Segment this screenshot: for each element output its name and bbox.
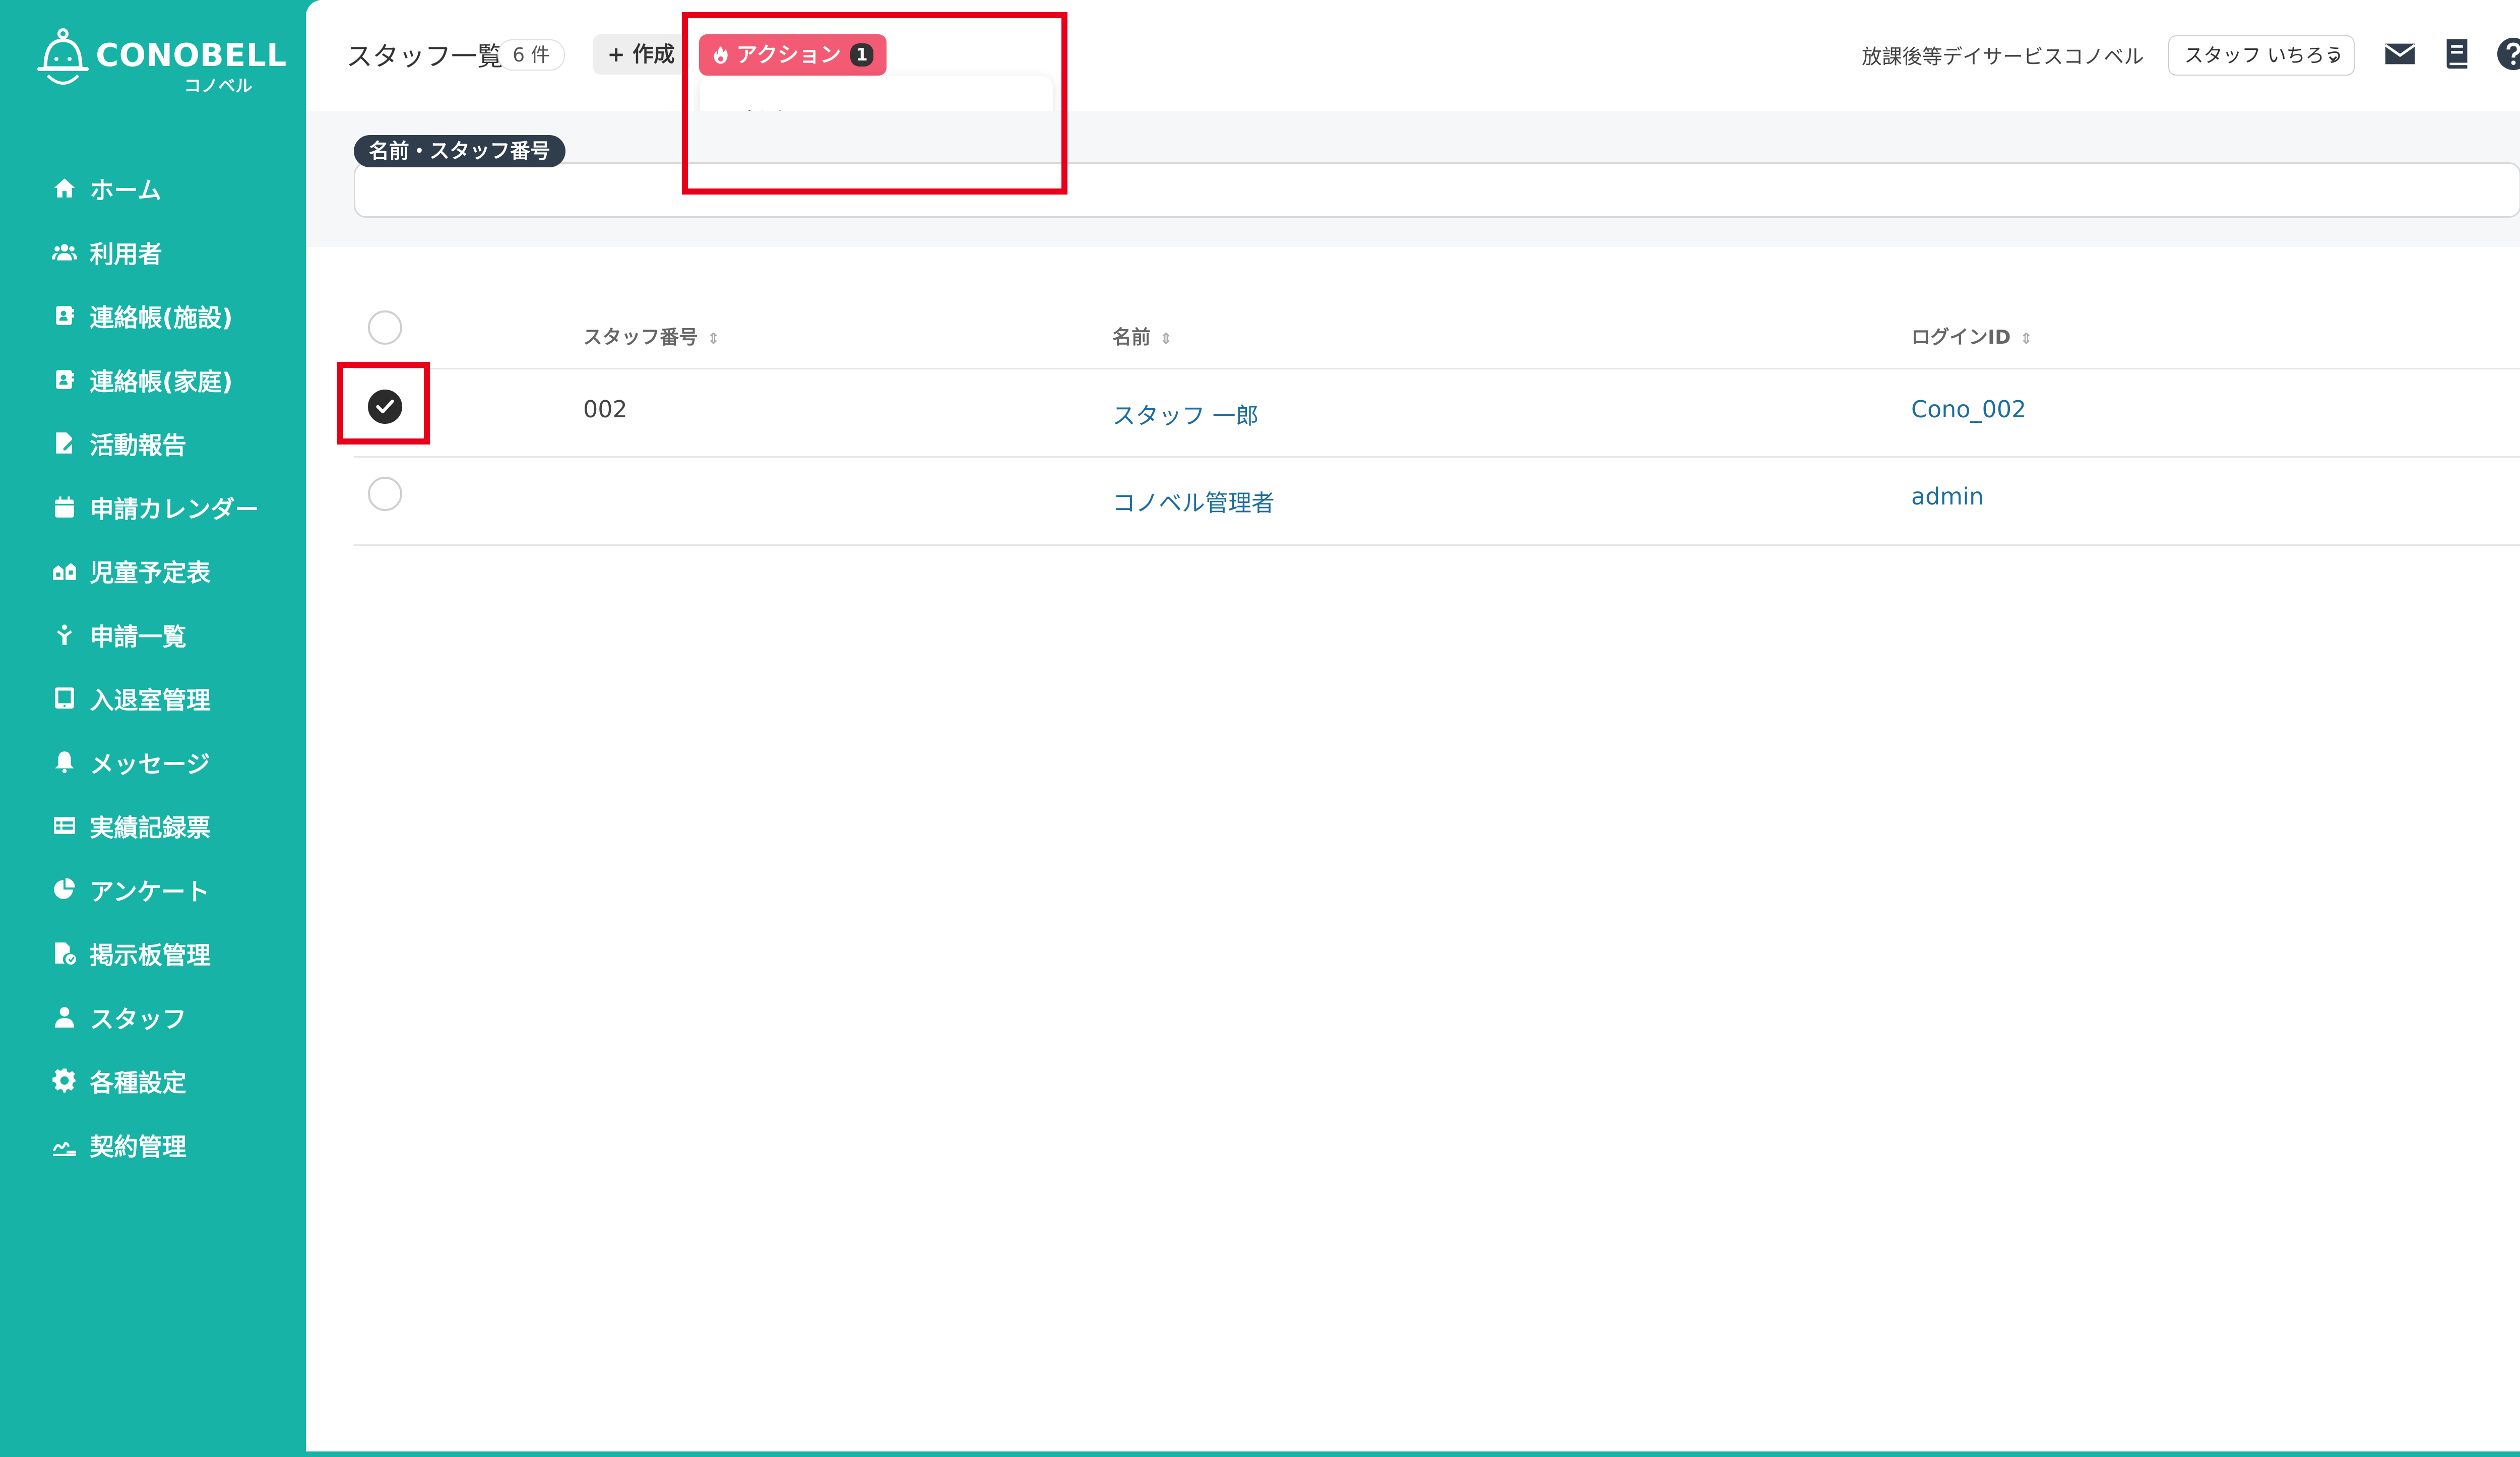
count-badge: 6 件 — [497, 39, 565, 71]
staff-name-link[interactable]: コノベル管理者 — [1112, 485, 1275, 518]
report-icon — [50, 429, 79, 457]
application-list-icon — [50, 620, 79, 649]
brand-name: CONOBELL — [96, 37, 287, 74]
sidebar-item-children-schedule[interactable]: 児童予定表 — [0, 539, 305, 603]
sidebar-item-label: 実績記録票 — [90, 814, 211, 843]
sidebar-item-label: 連絡帳(施設) — [90, 304, 233, 333]
sidebar-item-application-calendar[interactable]: 申請カレンダー — [0, 475, 305, 539]
sidebar-item-label: アンケート — [90, 877, 210, 906]
tablet-icon — [50, 684, 79, 712]
column-header-name[interactable]: 名前 ⇕ — [1112, 322, 1172, 349]
bell-icon — [50, 748, 79, 776]
bell-logo-icon — [37, 28, 89, 85]
select-all-checkbox[interactable] — [368, 310, 402, 345]
gear-icon — [50, 1066, 79, 1095]
sidebar-item-users[interactable]: 利用者 — [0, 220, 305, 284]
login-id-link[interactable]: Cono_002 — [1911, 396, 2026, 423]
sidebar-item-contact-book-facility[interactable]: 連絡帳(施設) — [0, 284, 305, 348]
contract-icon — [50, 1130, 79, 1159]
company-name: コノベル — [2063, 45, 2144, 69]
staff-number-cell: 002 — [583, 396, 627, 423]
home-icon — [50, 174, 79, 202]
sidebar-nav: ホーム 利用者 連絡帳(施設) 連絡帳(家庭) 活動報告 申請カレンダー 児童予… — [0, 156, 305, 1176]
sidebar-item-label: 掲示板管理 — [90, 941, 211, 970]
sidebar-item-label: ホーム — [90, 176, 162, 205]
table-header: スタッフ番号 ⇕ 名前 ⇕ ログインID ⇕ — [354, 292, 2520, 369]
children-schedule-icon — [50, 556, 79, 585]
sort-icon: ⇕ — [1160, 330, 1173, 348]
table-icon — [50, 811, 79, 840]
user-select[interactable]: スタッフ いちろう ⌄ — [2168, 35, 2355, 76]
login-id-link[interactable]: admin — [1911, 483, 1984, 510]
sidebar-item-contact-book-home[interactable]: 連絡帳(家庭) — [0, 348, 305, 412]
sidebar-item-label: 利用者 — [90, 240, 163, 269]
contact-book-icon — [50, 365, 79, 394]
page-title: スタッフ一覧 — [346, 42, 504, 72]
brand-subtitle: コノベル — [184, 76, 253, 96]
main-panel: スタッフ一覧 6 件 + 作成 アクション 1 削除 放課後等デイサービス コノ… — [306, 0, 2520, 1451]
highlight-box-row-checkbox — [337, 362, 430, 445]
users-icon — [50, 238, 79, 266]
sidebar-item-home[interactable]: ホーム — [0, 156, 305, 220]
sort-icon: ⇕ — [707, 330, 720, 348]
help-icon[interactable] — [2496, 36, 2520, 72]
sidebar-item-label: 契約管理 — [90, 1132, 187, 1161]
sort-icon: ⇕ — [2020, 330, 2033, 348]
sidebar-item-performance-record[interactable]: 実績記録票 — [0, 794, 305, 858]
sidebar-item-bulletin-board[interactable]: 掲示板管理 — [0, 921, 305, 985]
sidebar-item-settings[interactable]: 各種設定 — [0, 1049, 305, 1113]
sidebar-item-application-list[interactable]: 申請一覧 — [0, 603, 305, 667]
sidebar-item-label: 連絡帳(家庭) — [90, 367, 233, 396]
pie-chart-icon — [50, 875, 79, 904]
column-header-staff-number[interactable]: スタッフ番号 ⇕ — [583, 322, 720, 349]
row-checkbox[interactable] — [368, 477, 402, 511]
facility-name: 放課後等デイサービス — [1862, 45, 2063, 69]
board-icon — [50, 939, 79, 967]
mail-icon[interactable] — [2382, 36, 2418, 72]
staff-name-link[interactable]: スタッフ 一郎 — [1112, 398, 1259, 431]
manual-book-icon[interactable] — [2439, 36, 2475, 72]
name-staff-number-filter-input[interactable] — [354, 162, 2520, 218]
user-select-value: スタッフ いちろう — [2184, 44, 2344, 67]
header: スタッフ一覧 6 件 + 作成 アクション 1 削除 放課後等デイサービス コノ… — [306, 0, 2520, 166]
sidebar-item-label: 申請カレンダー — [90, 495, 260, 524]
table-row: 002 スタッフ 一郎 Cono_002 — [354, 369, 2520, 458]
sidebar-item-label: 申請一覧 — [90, 622, 187, 651]
sidebar-item-label: メッセージ — [90, 750, 211, 779]
sidebar-item-label: スタッフ — [90, 1005, 187, 1034]
calendar-icon — [50, 493, 79, 521]
sidebar-item-survey[interactable]: アンケート — [0, 858, 305, 922]
logo[interactable]: CONOBELL コノベル — [35, 28, 286, 98]
create-button[interactable]: + 作成 — [593, 34, 689, 75]
sidebar-item-staff[interactable]: スタッフ — [0, 985, 305, 1049]
sidebar-item-label: 活動報告 — [90, 431, 187, 460]
sidebar-item-label: 各種設定 — [90, 1069, 187, 1098]
sidebar-item-activity-report[interactable]: 活動報告 — [0, 411, 305, 475]
sidebar-item-label: 入退室管理 — [90, 686, 211, 715]
sidebar-item-label: 児童予定表 — [90, 559, 211, 588]
table-row: コノベル管理者 admin — [354, 458, 2520, 546]
staff-table: スタッフ番号 ⇕ 名前 ⇕ ログインID ⇕ 002 スタッフ 一郎 Cono_002… — [354, 292, 2520, 546]
staff-icon — [50, 1003, 79, 1031]
column-header-login-id[interactable]: ログインID ⇕ — [1911, 322, 2033, 349]
chevron-down-icon: ⌄ — [2325, 45, 2341, 66]
sidebar: CONOBELL コノベル ホーム 利用者 連絡帳(施設) 連絡帳(家庭) 活動… — [0, 0, 305, 1457]
filter-label: 名前・スタッフ番号 — [354, 135, 565, 167]
highlight-box-action-menu — [682, 12, 1067, 195]
sidebar-item-messages[interactable]: メッセージ — [0, 730, 305, 794]
sidebar-item-contract[interactable]: 契約管理 — [0, 1113, 305, 1177]
sidebar-item-entry-exit[interactable]: 入退室管理 — [0, 666, 305, 730]
contact-book-icon — [50, 301, 79, 330]
